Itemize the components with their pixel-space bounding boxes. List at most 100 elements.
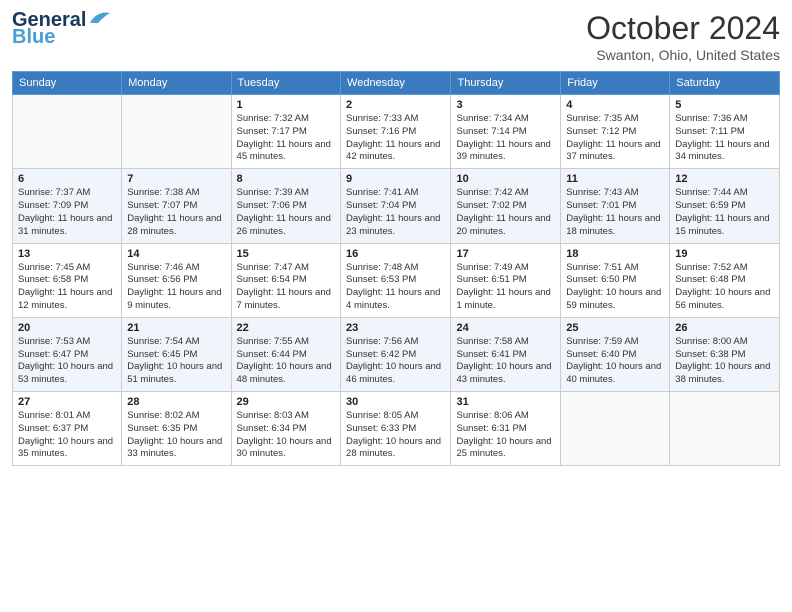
day-number: 18	[566, 248, 664, 260]
calendar-day-cell: 25 Sunrise: 7:59 AM Sunset: 6:40 PM Dayli…	[561, 317, 670, 391]
day-info: Sunrise: 7:46 AM Sunset: 6:56 PM Dayligh…	[127, 262, 225, 313]
day-number: 16	[346, 248, 445, 260]
calendar-day-cell: 7 Sunrise: 7:38 AM Sunset: 7:07 PM Daylig…	[122, 169, 231, 243]
calendar-week-row: 27 Sunrise: 8:01 AM Sunset: 6:37 PM Dayli…	[13, 392, 780, 466]
day-number: 7	[127, 173, 225, 185]
calendar-day-cell	[670, 392, 780, 466]
day-number: 22	[237, 322, 335, 334]
calendar-table: Sunday Monday Tuesday Wednesday Thursday…	[12, 71, 780, 466]
calendar-day-cell: 2Sunrise: 7:33 AM Sunset: 7:16 PM Daylig…	[341, 95, 451, 169]
day-info: Sunrise: 7:53 AM Sunset: 6:47 PM Dayligh…	[18, 336, 116, 387]
day-info: Sunrise: 7:58 AM Sunset: 6:41 PM Dayligh…	[456, 336, 555, 387]
title-area: October 2024 Swanton, Ohio, United State…	[586, 10, 780, 63]
col-friday: Friday	[561, 72, 670, 95]
day-number: 24	[456, 322, 555, 334]
day-info: Sunrise: 8:03 AM Sunset: 6:34 PM Dayligh…	[237, 410, 335, 461]
col-wednesday: Wednesday	[341, 72, 451, 95]
logo: General Blue	[12, 10, 110, 48]
calendar-day-cell: 18Sunrise: 7:51 AM Sunset: 6:50 PM Dayli…	[561, 243, 670, 317]
day-info: Sunrise: 7:42 AM Sunset: 7:02 PM Dayligh…	[456, 187, 555, 238]
day-info: Sunrise: 8:05 AM Sunset: 6:33 PM Dayligh…	[346, 410, 445, 461]
calendar-day-cell: 31 Sunrise: 8:06 AM Sunset: 6:31 PM Dayli…	[451, 392, 561, 466]
calendar-day-cell: 17Sunrise: 7:49 AM Sunset: 6:51 PM Dayli…	[451, 243, 561, 317]
logo-bird-icon	[88, 9, 110, 25]
calendar-day-cell: 6Sunrise: 7:37 AM Sunset: 7:09 PM Daylig…	[13, 169, 122, 243]
calendar-day-cell: 30 Sunrise: 8:05 AM Sunset: 6:33 PM Dayli…	[341, 392, 451, 466]
calendar-day-cell	[122, 95, 231, 169]
calendar-day-cell: 10 Sunrise: 7:42 AM Sunset: 7:02 PM Dayli…	[451, 169, 561, 243]
day-number: 5	[675, 99, 774, 111]
calendar-day-cell: 15 Sunrise: 7:47 AM Sunset: 6:54 PM Dayli…	[231, 243, 340, 317]
day-info: Sunrise: 7:56 AM Sunset: 6:42 PM Dayligh…	[346, 336, 445, 387]
day-info: Sunrise: 7:36 AM Sunset: 7:11 PM Dayligh…	[675, 113, 774, 164]
day-number: 2	[346, 99, 445, 111]
day-number: 26	[675, 322, 774, 334]
day-number: 25	[566, 322, 664, 334]
day-info: Sunrise: 8:02 AM Sunset: 6:35 PM Dayligh…	[127, 410, 225, 461]
calendar-day-cell: 14Sunrise: 7:46 AM Sunset: 6:56 PM Dayli…	[122, 243, 231, 317]
calendar-week-row: 6Sunrise: 7:37 AM Sunset: 7:09 PM Daylig…	[13, 169, 780, 243]
calendar-day-cell: 22 Sunrise: 7:55 AM Sunset: 6:44 PM Dayli…	[231, 317, 340, 391]
day-number: 19	[675, 248, 774, 260]
day-info: Sunrise: 7:47 AM Sunset: 6:54 PM Dayligh…	[237, 262, 335, 313]
day-info: Sunrise: 7:59 AM Sunset: 6:40 PM Dayligh…	[566, 336, 664, 387]
calendar-day-cell: 28 Sunrise: 8:02 AM Sunset: 6:35 PM Dayli…	[122, 392, 231, 466]
calendar-day-cell	[13, 95, 122, 169]
calendar-day-cell: 9 Sunrise: 7:41 AM Sunset: 7:04 PM Daylig…	[341, 169, 451, 243]
calendar-day-cell: 16Sunrise: 7:48 AM Sunset: 6:53 PM Dayli…	[341, 243, 451, 317]
day-number: 12	[675, 173, 774, 185]
day-info: Sunrise: 7:55 AM Sunset: 6:44 PM Dayligh…	[237, 336, 335, 387]
calendar-day-cell: 8 Sunrise: 7:39 AM Sunset: 7:06 PM Daylig…	[231, 169, 340, 243]
calendar-day-cell: 19Sunrise: 7:52 AM Sunset: 6:48 PM Dayli…	[670, 243, 780, 317]
logo-text-blue: Blue	[12, 26, 55, 48]
month-title: October 2024	[586, 10, 780, 47]
calendar-day-cell: 29 Sunrise: 8:03 AM Sunset: 6:34 PM Dayli…	[231, 392, 340, 466]
location: Swanton, Ohio, United States	[586, 47, 780, 63]
day-info: Sunrise: 8:00 AM Sunset: 6:38 PM Dayligh…	[675, 336, 774, 387]
calendar-day-cell: 5 Sunrise: 7:36 AM Sunset: 7:11 PM Daylig…	[670, 95, 780, 169]
calendar-day-cell: 13 Sunrise: 7:45 AM Sunset: 6:58 PM Dayli…	[13, 243, 122, 317]
day-number: 20	[18, 322, 116, 334]
day-number: 4	[566, 99, 664, 111]
day-number: 13	[18, 248, 116, 260]
col-sunday: Sunday	[13, 72, 122, 95]
day-number: 8	[237, 173, 335, 185]
day-number: 3	[456, 99, 555, 111]
day-number: 27	[18, 396, 116, 408]
day-info: Sunrise: 7:43 AM Sunset: 7:01 PM Dayligh…	[566, 187, 664, 238]
day-number: 30	[346, 396, 445, 408]
day-info: Sunrise: 7:39 AM Sunset: 7:06 PM Dayligh…	[237, 187, 335, 238]
day-number: 23	[346, 322, 445, 334]
calendar-day-cell: 3Sunrise: 7:34 AM Sunset: 7:14 PM Daylig…	[451, 95, 561, 169]
calendar-day-cell: 1 Sunrise: 7:32 AM Sunset: 7:17 PM Daylig…	[231, 95, 340, 169]
day-info: Sunrise: 7:38 AM Sunset: 7:07 PM Dayligh…	[127, 187, 225, 238]
col-monday: Monday	[122, 72, 231, 95]
day-info: Sunrise: 7:35 AM Sunset: 7:12 PM Dayligh…	[566, 113, 664, 164]
calendar-day-cell	[561, 392, 670, 466]
day-number: 15	[237, 248, 335, 260]
day-number: 28	[127, 396, 225, 408]
day-info: Sunrise: 8:01 AM Sunset: 6:37 PM Dayligh…	[18, 410, 116, 461]
calendar-container: General Blue October 2024 Swanton, Ohio,…	[0, 0, 792, 612]
day-info: Sunrise: 7:54 AM Sunset: 6:45 PM Dayligh…	[127, 336, 225, 387]
day-number: 10	[456, 173, 555, 185]
col-saturday: Saturday	[670, 72, 780, 95]
day-number: 1	[237, 99, 335, 111]
day-info: Sunrise: 7:45 AM Sunset: 6:58 PM Dayligh…	[18, 262, 116, 313]
day-number: 6	[18, 173, 116, 185]
calendar-week-row: 1 Sunrise: 7:32 AM Sunset: 7:17 PM Daylig…	[13, 95, 780, 169]
calendar-day-cell: 12 Sunrise: 7:44 AM Sunset: 6:59 PM Dayli…	[670, 169, 780, 243]
header: General Blue October 2024 Swanton, Ohio,…	[12, 10, 780, 63]
calendar-day-cell: 26 Sunrise: 8:00 AM Sunset: 6:38 PM Dayli…	[670, 317, 780, 391]
calendar-day-cell: 11Sunrise: 7:43 AM Sunset: 7:01 PM Dayli…	[561, 169, 670, 243]
day-number: 29	[237, 396, 335, 408]
day-info: Sunrise: 7:44 AM Sunset: 6:59 PM Dayligh…	[675, 187, 774, 238]
day-info: Sunrise: 8:06 AM Sunset: 6:31 PM Dayligh…	[456, 410, 555, 461]
day-number: 31	[456, 396, 555, 408]
day-number: 17	[456, 248, 555, 260]
day-info: Sunrise: 7:32 AM Sunset: 7:17 PM Dayligh…	[237, 113, 335, 164]
day-number: 9	[346, 173, 445, 185]
day-info: Sunrise: 7:41 AM Sunset: 7:04 PM Dayligh…	[346, 187, 445, 238]
calendar-day-cell: 20 Sunrise: 7:53 AM Sunset: 6:47 PM Dayli…	[13, 317, 122, 391]
col-thursday: Thursday	[451, 72, 561, 95]
